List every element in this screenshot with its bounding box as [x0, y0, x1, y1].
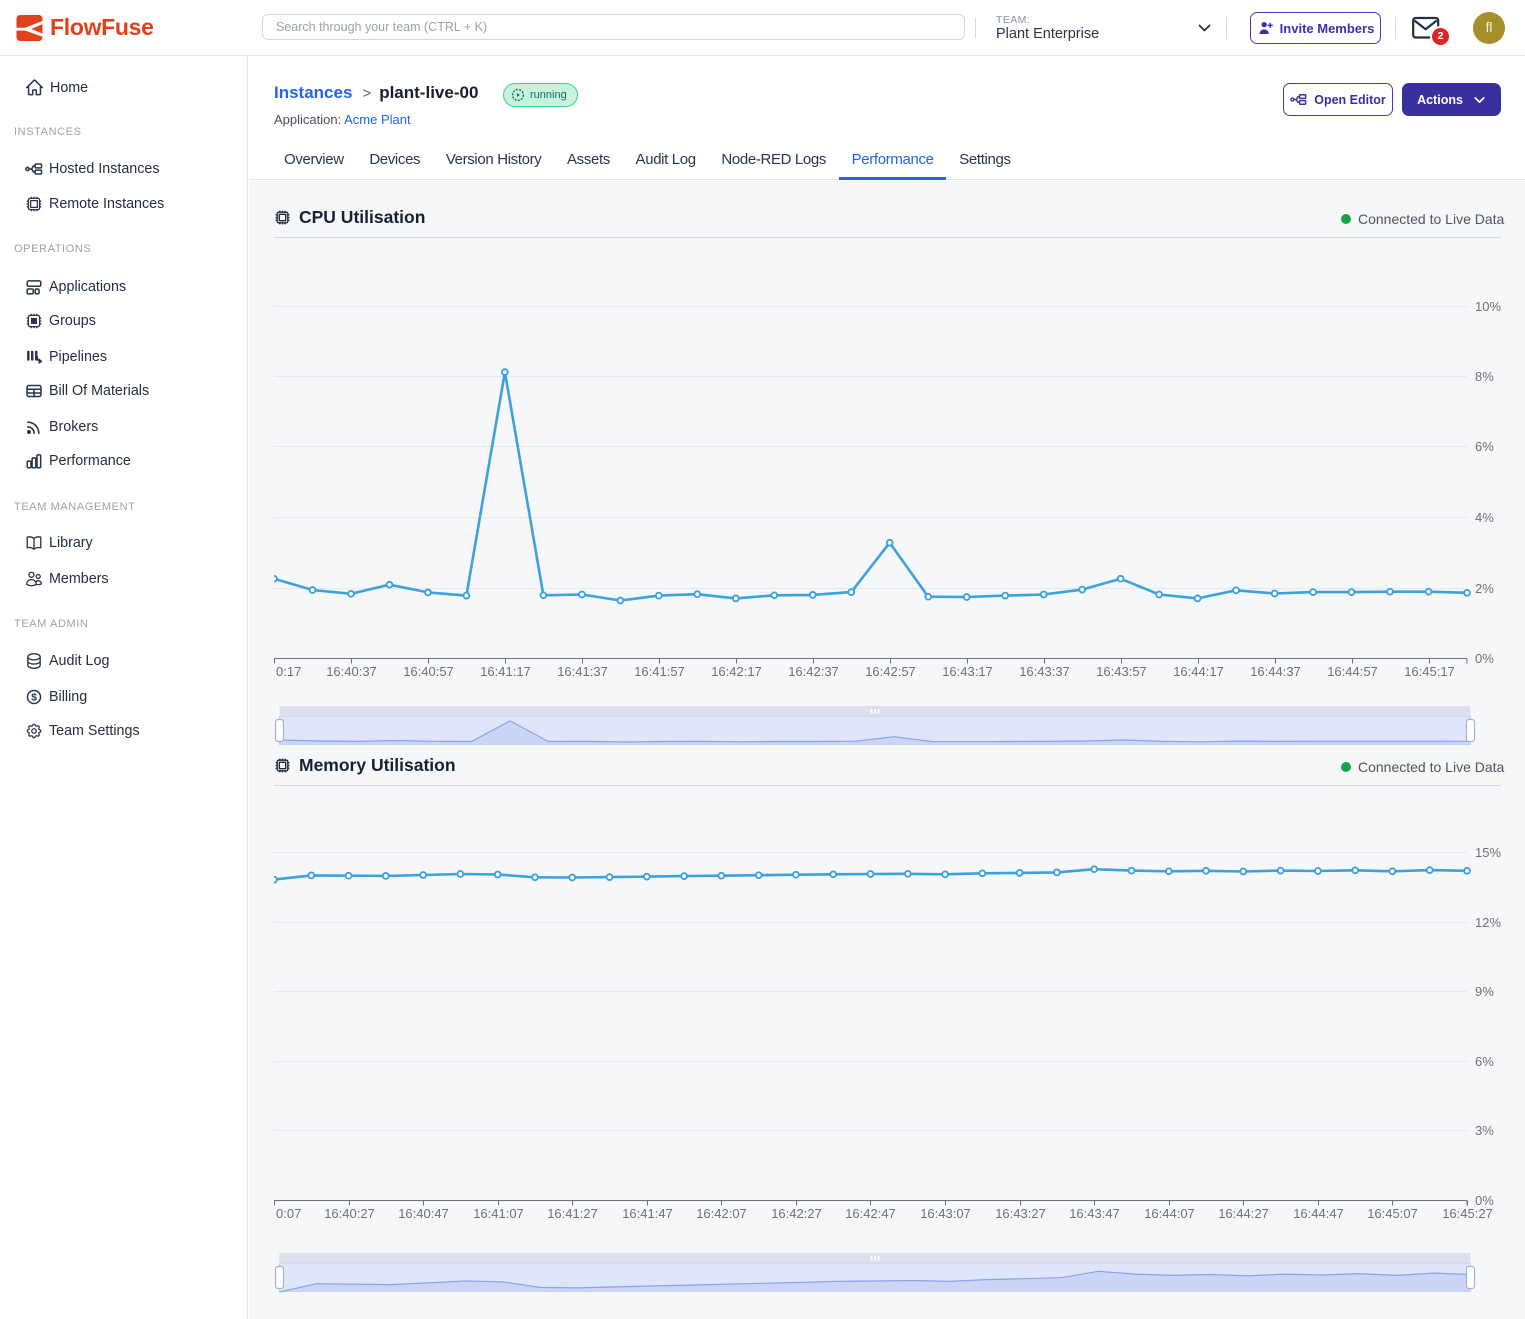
svg-text:16:44:27: 16:44:27: [1218, 1206, 1269, 1221]
svg-text:16:41:47: 16:41:47: [622, 1206, 673, 1221]
svg-text:16:43:47: 16:43:47: [1069, 1206, 1120, 1221]
svg-text:16:43:57: 16:43:57: [1096, 664, 1147, 679]
svg-text:16:44:17: 16:44:17: [1173, 664, 1224, 679]
svg-text:6%: 6%: [1475, 1054, 1494, 1069]
svg-text:16:42:07: 16:42:07: [696, 1206, 747, 1221]
svg-text:16:40:37: 16:40:37: [326, 664, 377, 679]
svg-text:15%: 15%: [1475, 845, 1501, 860]
svg-text:16:42:17: 16:42:17: [711, 664, 762, 679]
svg-text:0%: 0%: [1475, 651, 1494, 666]
svg-text:16:41:27: 16:41:27: [547, 1206, 598, 1221]
svg-text:4%: 4%: [1475, 510, 1494, 525]
svg-text:6%: 6%: [1475, 439, 1494, 454]
svg-text:16:40:27: 16:40:27: [324, 1206, 375, 1221]
svg-text:16:44:57: 16:44:57: [1327, 664, 1378, 679]
svg-text:2%: 2%: [1475, 581, 1494, 596]
svg-text:16:42:57: 16:42:57: [865, 664, 916, 679]
svg-text:16:45:27: 16:45:27: [1442, 1206, 1493, 1221]
svg-text:16:42:27: 16:42:27: [771, 1206, 822, 1221]
svg-text:16:43:07: 16:43:07: [920, 1206, 971, 1221]
svg-text:16:45:07: 16:45:07: [1367, 1206, 1418, 1221]
svg-text:16:40:47: 16:40:47: [398, 1206, 449, 1221]
svg-text:10%: 10%: [1475, 299, 1501, 314]
svg-text:3%: 3%: [1475, 1123, 1494, 1138]
svg-text:0:07: 0:07: [276, 1206, 301, 1221]
svg-text:16:43:17: 16:43:17: [942, 664, 993, 679]
svg-text:16:41:17: 16:41:17: [480, 664, 531, 679]
svg-text:16:41:57: 16:41:57: [634, 664, 685, 679]
svg-text:16:40:57: 16:40:57: [403, 664, 454, 679]
svg-text:16:43:27: 16:43:27: [995, 1206, 1046, 1221]
svg-text:8%: 8%: [1475, 369, 1494, 384]
svg-text:16:44:07: 16:44:07: [1144, 1206, 1195, 1221]
svg-text:16:41:07: 16:41:07: [473, 1206, 524, 1221]
svg-text:16:44:47: 16:44:47: [1293, 1206, 1344, 1221]
svg-text:16:44:37: 16:44:37: [1250, 664, 1301, 679]
svg-text:16:41:37: 16:41:37: [557, 664, 608, 679]
svg-text:16:42:47: 16:42:47: [845, 1206, 896, 1221]
svg-text:16:42:37: 16:42:37: [788, 664, 839, 679]
svg-text:12%: 12%: [1475, 915, 1501, 930]
svg-text:16:43:37: 16:43:37: [1019, 664, 1070, 679]
svg-text:0:17: 0:17: [276, 664, 301, 679]
svg-text:9%: 9%: [1475, 984, 1494, 999]
svg-text:16:45:17: 16:45:17: [1404, 664, 1455, 679]
